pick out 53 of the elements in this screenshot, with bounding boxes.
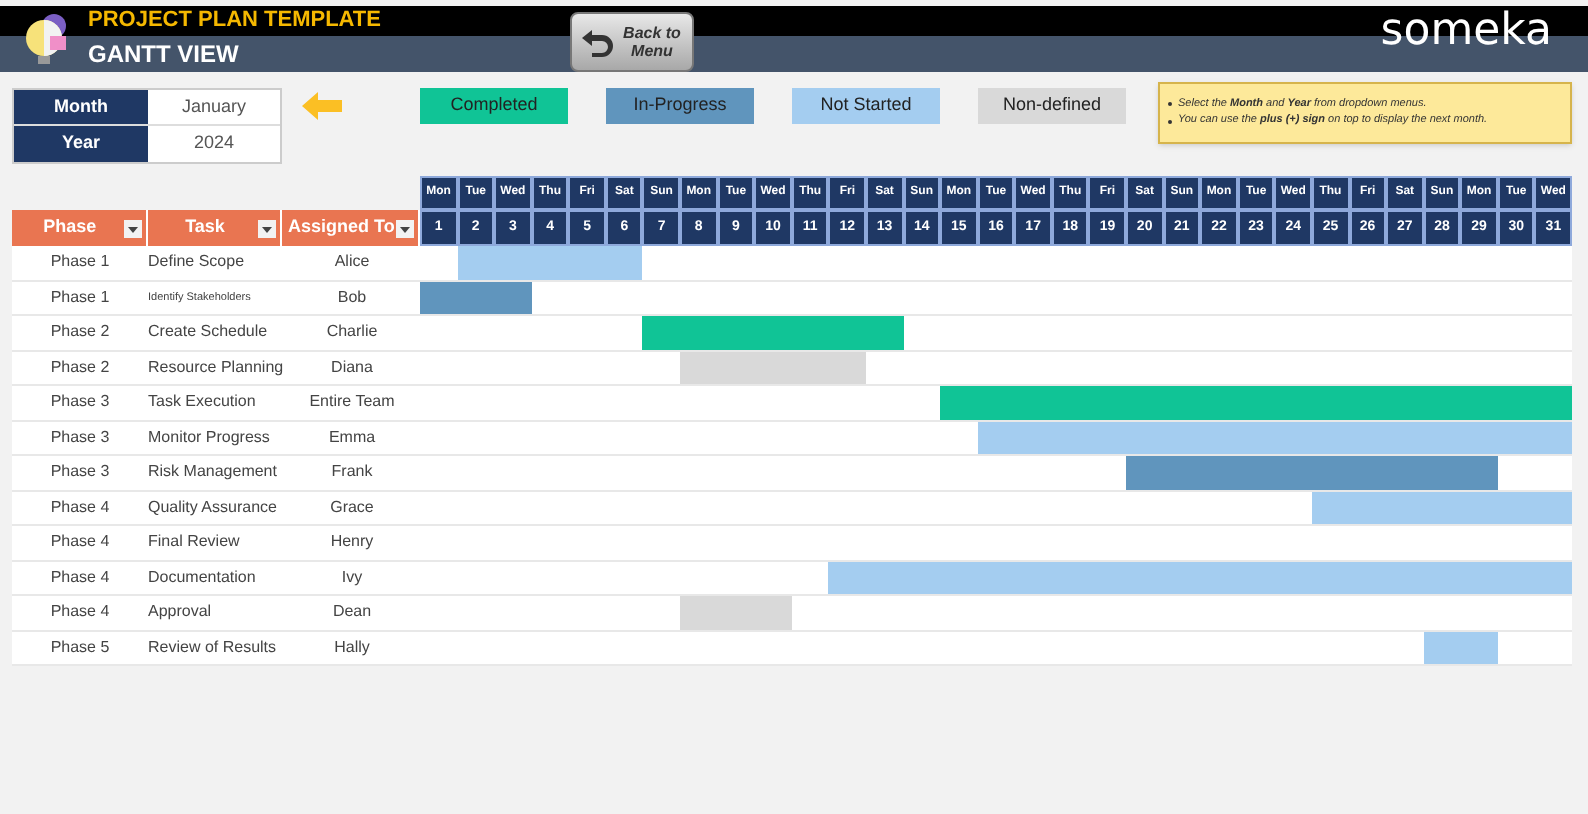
logo-icon (20, 10, 72, 70)
template-title: PROJECT PLAN TEMPLATE (88, 10, 381, 32)
legend-swatch: Non-defined (978, 88, 1126, 124)
phase-cell-text: Phase 4 (48, 530, 112, 555)
assignee-cell-text: Frank (329, 460, 375, 485)
selector-value-field[interactable]: 2024 (148, 126, 280, 162)
phase-cell-text: Phase 1 (48, 285, 112, 310)
task-cell-text: Monitor Progress (148, 425, 272, 450)
phase-cell-text: Phase 3 (48, 390, 112, 415)
brand-logo: someka (1380, 10, 1552, 54)
back-to-menu-button[interactable]: Back to Menu (570, 12, 694, 72)
task-cell: Resource Planning (148, 355, 284, 380)
assignee-cell-text: Henry (328, 530, 376, 555)
phase-cell-text: Phase 4 (48, 600, 112, 625)
assignee-cell-text: Entire Team (307, 390, 397, 415)
task-cell-text: Task Execution (148, 390, 258, 415)
assignee-cell-text: Diana (329, 355, 375, 380)
assignee-cell-text: Emma (326, 425, 378, 450)
task-cell-text: Quality Assurance (148, 495, 279, 520)
legend-swatch: Not Started (792, 88, 940, 124)
phase-cell-text: Phase 4 (48, 495, 112, 520)
assignee-cell-text: Alice (332, 250, 372, 275)
task-cell-text: Create Schedule (148, 320, 270, 345)
legend-swatch: Completed (420, 88, 568, 124)
phase-cell-text: Phase 3 (48, 460, 112, 485)
arrow-left-icon (302, 92, 342, 120)
assignee-cell-text: Dean (330, 600, 374, 625)
phase-cell-text: Phase 5 (48, 635, 112, 660)
task-cell-text: Final Review (148, 530, 242, 555)
assignee-cell-text: Bob (335, 285, 369, 310)
task-cell-text: Risk Management (148, 460, 279, 485)
phase-cell-text: Phase 2 (48, 320, 112, 345)
phase-cell-text: Phase 3 (48, 425, 112, 450)
task-cell-text: Review of Results (148, 635, 279, 660)
back-arrow-icon (580, 26, 616, 58)
dropdown-filter-icon[interactable] (396, 219, 414, 237)
selector-value-field[interactable]: January (148, 90, 280, 124)
task-cell-text: Documentation (148, 565, 258, 590)
dropdown-filter-icon[interactable] (123, 219, 142, 237)
assignee-cell-text: Ivy (339, 565, 365, 590)
phase-cell-text: Phase 2 (48, 355, 112, 380)
legend-swatch: In-Progress (606, 88, 754, 124)
selector-label: Year (14, 126, 148, 162)
task-cell-text: Define Scope (148, 250, 247, 275)
assignee-cell-text: Hally (332, 635, 372, 660)
phase-cell-text: Phase 1 (48, 250, 112, 275)
selector-label: Month (14, 90, 148, 124)
dropdown-filter-icon[interactable] (258, 219, 277, 237)
assignee-cell-text: Charlie (324, 320, 380, 345)
page-title: GANTT VIEW (88, 42, 239, 66)
assignee-cell-text: Grace (328, 495, 376, 520)
phase-cell-text: Phase 4 (48, 565, 112, 590)
task-cell-text: Approval (148, 600, 214, 625)
